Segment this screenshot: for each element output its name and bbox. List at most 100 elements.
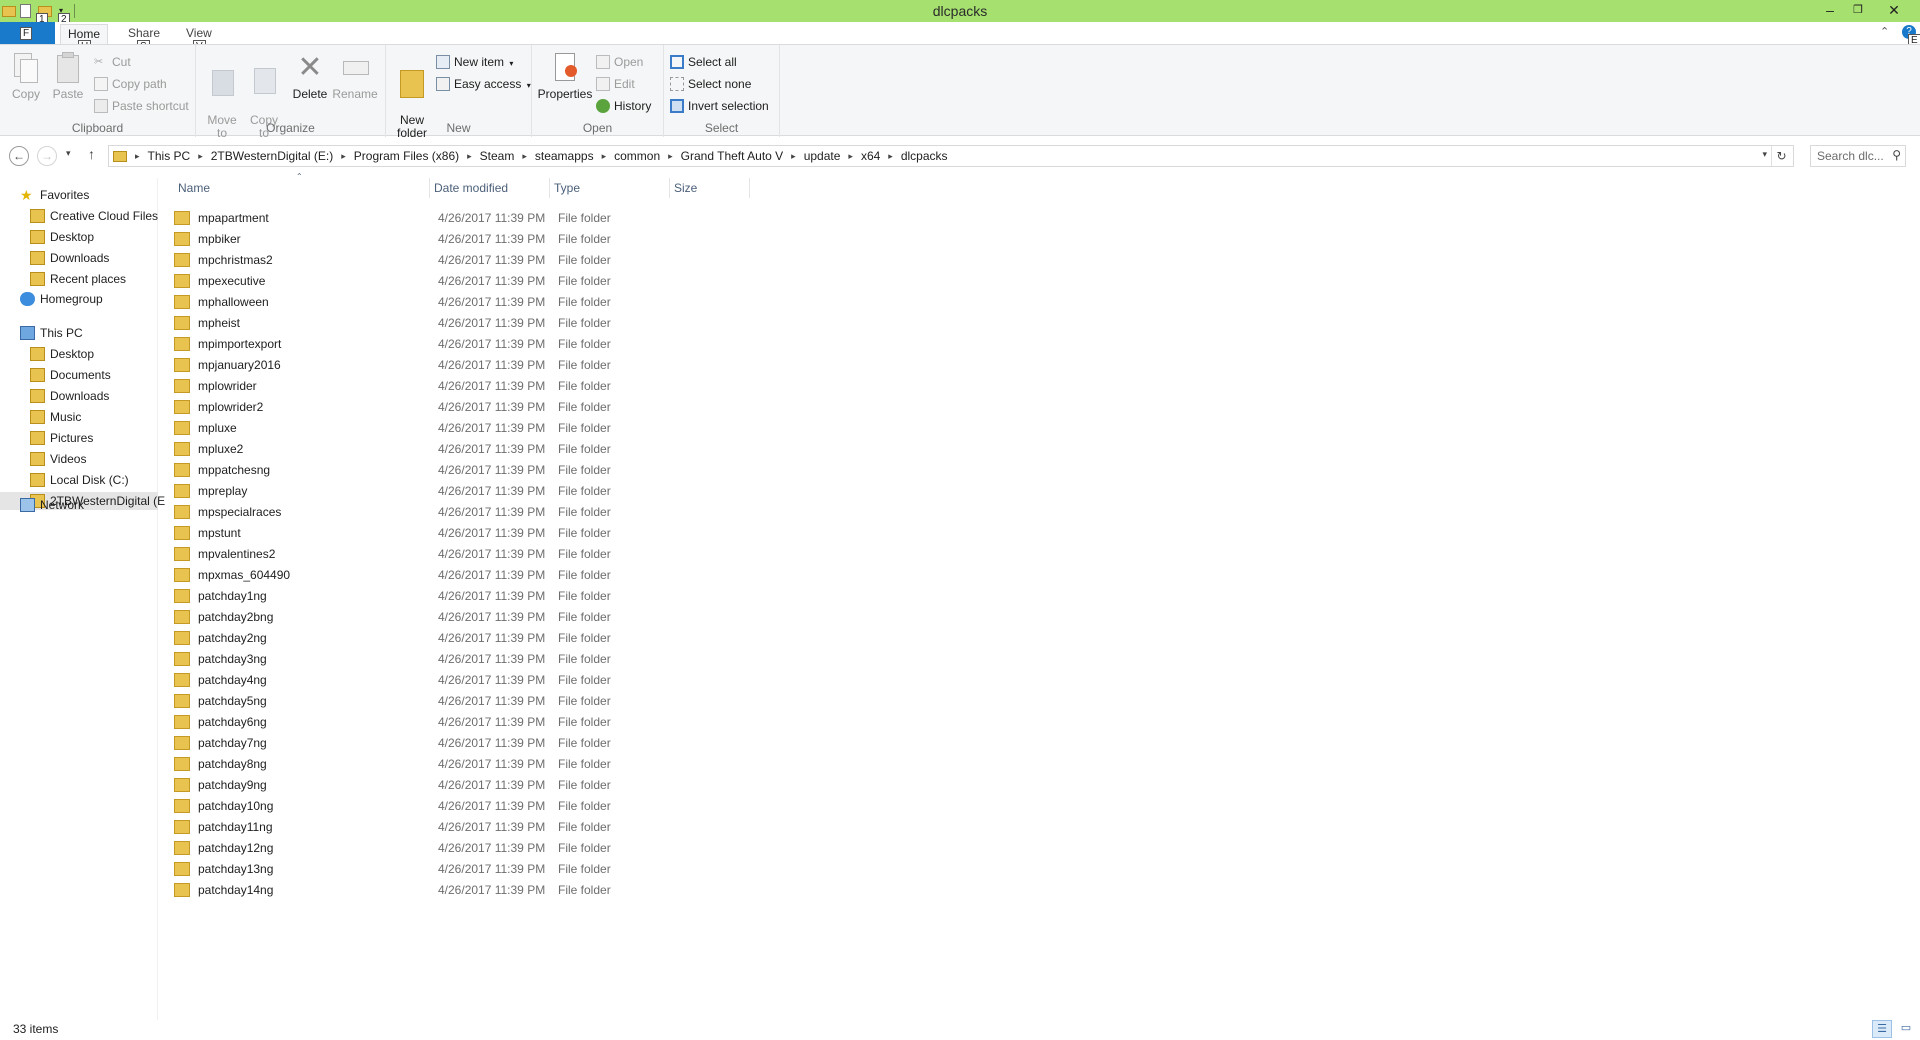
nav-network[interactable]: Network: [20, 496, 84, 514]
cut-button[interactable]: ✂ Cut: [94, 53, 131, 71]
file-row[interactable]: patchday9ng 4/26/2017 11:39 PM File folder: [174, 775, 1074, 796]
nav-item[interactable]: Local Disk (C:): [30, 471, 129, 489]
nav-item[interactable]: Desktop: [30, 345, 94, 363]
breadcrumb-item[interactable]: This PC: [148, 149, 191, 163]
file-row[interactable]: mpstunt 4/26/2017 11:39 PM File folder: [174, 523, 1074, 544]
breadcrumb-item[interactable]: steamapps: [535, 149, 594, 163]
breadcrumb-item[interactable]: common: [614, 149, 660, 163]
file-row[interactable]: patchday7ng 4/26/2017 11:39 PM File folder: [174, 733, 1074, 754]
column-header-type[interactable]: Type: [550, 178, 670, 198]
nav-item[interactable]: Pictures: [30, 429, 93, 447]
minimize-button[interactable]: –: [1816, 0, 1844, 20]
up-arrow-icon[interactable]: ↑: [88, 146, 95, 162]
easy-access-button[interactable]: Easy access ▾: [436, 75, 531, 93]
select-all-button[interactable]: Select all: [670, 53, 737, 71]
file-row[interactable]: patchday5ng 4/26/2017 11:39 PM File folder: [174, 691, 1074, 712]
close-button[interactable]: ✕: [1880, 0, 1908, 20]
file-row[interactable]: patchday3ng 4/26/2017 11:39 PM File folder: [174, 649, 1074, 670]
breadcrumb-item[interactable]: update: [804, 149, 841, 163]
file-row[interactable]: patchday8ng 4/26/2017 11:39 PM File folder: [174, 754, 1074, 775]
file-row[interactable]: mplowrider 4/26/2017 11:39 PM File folder: [174, 376, 1074, 397]
tab-view[interactable]: View: [186, 26, 212, 40]
breadcrumb-separator-icon[interactable]: ▸: [341, 151, 346, 162]
back-button[interactable]: ←: [9, 146, 29, 166]
column-header-date[interactable]: Date modified: [430, 178, 550, 198]
file-row[interactable]: mpvalentines2 4/26/2017 11:39 PM File fold…: [174, 544, 1074, 565]
nav-item[interactable]: Desktop: [30, 228, 94, 246]
file-row[interactable]: mpbiker 4/26/2017 11:39 PM File folder: [174, 229, 1074, 250]
nav-homegroup[interactable]: Homegroup: [20, 290, 103, 308]
nav-item[interactable]: Documents: [30, 366, 111, 384]
file-row[interactable]: mpluxe2 4/26/2017 11:39 PM File folder: [174, 439, 1074, 460]
copy-button[interactable]: Copy: [8, 51, 44, 101]
breadcrumb-separator-icon[interactable]: ▸: [135, 151, 140, 162]
file-row[interactable]: mpheist 4/26/2017 11:39 PM File folder: [174, 313, 1074, 334]
breadcrumb-separator-icon[interactable]: ▸: [791, 151, 796, 162]
tab-share[interactable]: Share: [128, 26, 160, 40]
select-none-button[interactable]: Select none: [670, 75, 751, 93]
nav-favorites[interactable]: ★ Favorites: [20, 186, 89, 204]
breadcrumb-separator-icon[interactable]: ▸: [198, 151, 203, 162]
nav-item[interactable]: Recent places: [30, 270, 126, 288]
address-bar[interactable]: ▸ This PC ▸ 2TBWesternDigital (E:) ▸ Program …: [108, 145, 1794, 167]
file-row[interactable]: mpxmas_604490 4/26/2017 11:39 PM File fold…: [174, 565, 1074, 586]
file-row[interactable]: mppatchesng 4/26/2017 11:39 PM File folder: [174, 460, 1074, 481]
paste-shortcut-button[interactable]: Paste shortcut: [94, 97, 189, 115]
file-row[interactable]: patchday6ng 4/26/2017 11:39 PM File folder: [174, 712, 1074, 733]
file-row[interactable]: patchday2ng 4/26/2017 11:39 PM File folder: [174, 628, 1074, 649]
breadcrumb-item[interactable]: Program Files (x86): [354, 149, 459, 163]
forward-button[interactable]: →: [37, 146, 57, 166]
nav-this-pc[interactable]: This PC: [20, 324, 83, 342]
file-row[interactable]: mpjanuary2016 4/26/2017 11:39 PM File fold…: [174, 355, 1074, 376]
column-header-size[interactable]: Size: [670, 178, 750, 198]
paste-button[interactable]: Paste: [50, 51, 86, 101]
breadcrumb-separator-icon[interactable]: ▸: [888, 151, 893, 162]
invert-selection-button[interactable]: Invert selection: [670, 97, 769, 115]
breadcrumb-separator-icon[interactable]: ▸: [602, 151, 607, 162]
breadcrumb-separator-icon[interactable]: ▸: [522, 151, 527, 162]
breadcrumb-item[interactable]: 2TBWesternDigital (E:): [211, 149, 333, 163]
copy-path-button[interactable]: Copy path: [94, 75, 167, 93]
file-row[interactable]: patchday11ng 4/26/2017 11:39 PM File folde…: [174, 817, 1074, 838]
breadcrumb-separator-icon[interactable]: ▸: [467, 151, 472, 162]
search-input[interactable]: Search dlc... ⚲: [1810, 145, 1906, 167]
open-button[interactable]: Open: [596, 53, 643, 71]
address-history-chevron-icon[interactable]: ▾: [1762, 149, 1767, 160]
breadcrumb-separator-icon[interactable]: ▸: [848, 151, 853, 162]
file-row[interactable]: mphalloween 4/26/2017 11:39 PM File folder: [174, 292, 1074, 313]
file-row[interactable]: patchday10ng 4/26/2017 11:39 PM File folde…: [174, 796, 1074, 817]
delete-button[interactable]: ✕ Delete: [290, 51, 330, 101]
file-row[interactable]: mpimportexport 4/26/2017 11:39 PM File fol…: [174, 334, 1074, 355]
recent-locations-chevron-icon[interactable]: ▾: [66, 148, 71, 159]
breadcrumb-item[interactable]: Steam: [480, 149, 515, 163]
properties-button[interactable]: Properties: [536, 51, 594, 101]
breadcrumb-separator-icon[interactable]: ▸: [668, 151, 673, 162]
breadcrumb-item[interactable]: dlcpacks: [901, 149, 948, 163]
tab-file[interactable]: F: [0, 22, 55, 44]
file-row[interactable]: mpexecutive 4/26/2017 11:39 PM File folder: [174, 271, 1074, 292]
file-row[interactable]: mpchristmas2 4/26/2017 11:39 PM File folde…: [174, 250, 1074, 271]
nav-item[interactable]: Videos: [30, 450, 86, 468]
file-row[interactable]: patchday1ng 4/26/2017 11:39 PM File folder: [174, 586, 1074, 607]
file-row[interactable]: patchday12ng 4/26/2017 11:39 PM File folde…: [174, 838, 1074, 859]
breadcrumb-item[interactable]: x64: [861, 149, 880, 163]
file-row[interactable]: mpluxe 4/26/2017 11:39 PM File folder: [174, 418, 1074, 439]
restore-button[interactable]: ❐: [1844, 0, 1872, 20]
details-view-button[interactable]: ☰: [1872, 1020, 1892, 1038]
refresh-icon[interactable]: ↻: [1771, 146, 1791, 166]
file-row[interactable]: patchday13ng 4/26/2017 11:39 PM File folde…: [174, 859, 1074, 880]
breadcrumb-item[interactable]: Grand Theft Auto V: [681, 149, 784, 163]
nav-item[interactable]: Downloads: [30, 249, 109, 267]
file-row[interactable]: patchday4ng 4/26/2017 11:39 PM File folder: [174, 670, 1074, 691]
new-item-button[interactable]: New item ▾: [436, 53, 513, 71]
file-row[interactable]: mpapartment 4/26/2017 11:39 PM File folder: [174, 208, 1074, 229]
column-header-name[interactable]: Name: [174, 178, 430, 198]
nav-item[interactable]: Downloads: [30, 387, 109, 405]
file-row[interactable]: patchday14ng 4/26/2017 11:39 PM File folde…: [174, 880, 1074, 901]
nav-item[interactable]: Music: [30, 408, 81, 426]
file-row[interactable]: patchday2bng 4/26/2017 11:39 PM File folde…: [174, 607, 1074, 628]
minimize-ribbon-chevron-icon[interactable]: ⌃: [1880, 25, 1889, 38]
file-row[interactable]: mplowrider2 4/26/2017 11:39 PM File folder: [174, 397, 1074, 418]
rename-button[interactable]: Rename: [332, 51, 378, 101]
file-row[interactable]: mpreplay 4/26/2017 11:39 PM File folder: [174, 481, 1074, 502]
